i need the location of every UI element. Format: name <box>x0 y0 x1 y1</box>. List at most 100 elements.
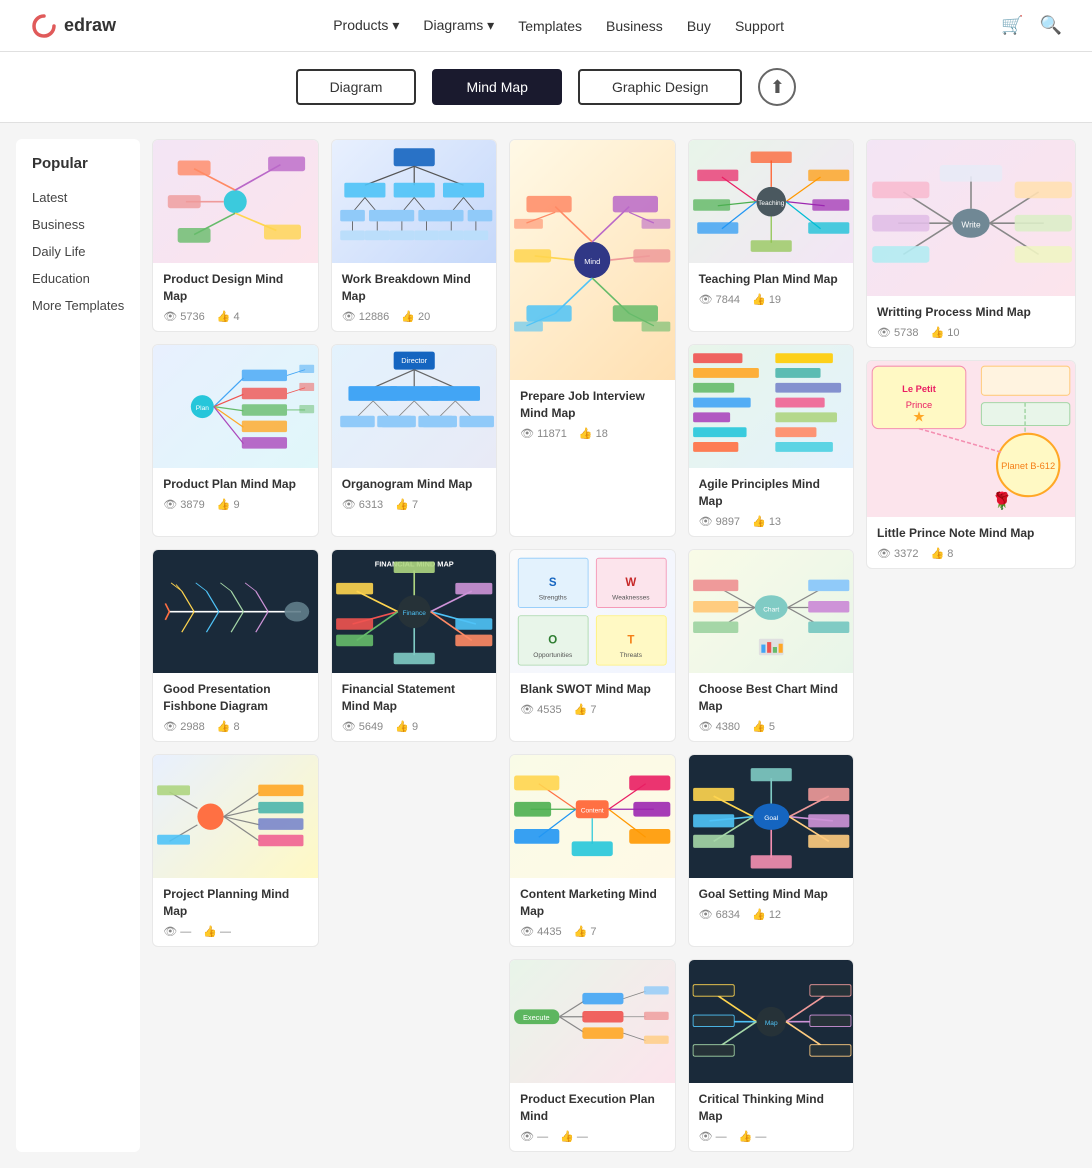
svg-text:Director: Director <box>401 356 427 365</box>
search-icon[interactable]: 🔍 <box>1040 15 1062 36</box>
svg-text:Opportunities: Opportunities <box>533 652 573 659</box>
sidebar-item-more-templates[interactable]: More Templates <box>32 292 124 319</box>
card-dark-mind-meta: 👁 — 👍 — <box>699 1130 843 1143</box>
logo[interactable]: edraw <box>30 12 116 40</box>
card-content-marketing[interactable]: Content Content <box>509 754 675 947</box>
card-product-design-body: Product Design Mind Map 👁 5736 👍 4 <box>153 263 317 331</box>
card-product-design[interactable]: Product Design Mind Map 👁 5736 👍 4 <box>152 139 318 332</box>
svg-text:Goal: Goal <box>764 815 778 822</box>
card-prepare-job-thumb: Mind <box>510 140 674 380</box>
card-writing-process-thumb: Write <box>867 140 1075 296</box>
card-swot-thumb: S Strengths W Weaknesses O Opportunities… <box>510 550 674 673</box>
svg-text:Threats: Threats <box>620 652 643 659</box>
view-count: 👁 5649 <box>342 720 384 733</box>
thumb-svg: Content <box>510 755 674 878</box>
card-teaching-plan-body: Teaching Plan Mind Map 👁 7844 👍 19 <box>689 263 853 314</box>
svg-text:Strengths: Strengths <box>539 594 568 601</box>
like-count: 👍 19 <box>752 293 781 306</box>
card-writing-process-meta: 👁 5738 👍 10 <box>877 326 1065 339</box>
thumb-svg: FINANCIAL MIND MAP Finance <box>332 550 496 673</box>
card-product-plan-title: Product Plan Mind Map <box>163 476 307 493</box>
card-goal-setting[interactable]: Goal <box>688 754 854 947</box>
card-content-marketing-body: Content Marketing Mind Map 👁 4435 👍 7 <box>510 878 674 946</box>
card-dark-mind-body: Critical Thinking Mind Map 👁 — 👍 — <box>689 1083 853 1151</box>
nav-support[interactable]: Support <box>735 18 784 34</box>
card-agile[interactable]: Agile Principles Mind Map 👁 9897 👍 13 <box>688 344 854 537</box>
card-swot[interactable]: S Strengths W Weaknesses O Opportunities… <box>509 549 675 742</box>
card-dark-mind-thumb: Map <box>689 960 853 1083</box>
card-swot-title: Blank SWOT Mind Map <box>520 681 664 698</box>
card-organogram-meta: 👁 6313 👍 7 <box>342 498 486 511</box>
like-count: 👍 13 <box>752 515 781 528</box>
card-swot-body: Blank SWOT Mind Map 👁 4535 👍 7 <box>510 673 674 724</box>
thumb-svg: Le Petit Prince ★ Planet B-612 🌹 <box>867 361 1075 517</box>
card-product-execution[interactable]: Execute Product Execution Plan Mind <box>509 959 675 1152</box>
svg-text:Le Petit: Le Petit <box>902 384 936 394</box>
card-fishbone[interactable]: Good Presentation Fishbone Diagram 👁 298… <box>152 549 318 742</box>
card-product-design-thumb <box>153 140 317 263</box>
card-financial[interactable]: FINANCIAL MIND MAP Finance <box>331 549 497 742</box>
thumb-svg: Map <box>689 960 853 1083</box>
card-product-plan-body: Product Plan Mind Map 👁 3879 👍 9 <box>153 468 317 519</box>
card-dark-mind[interactable]: Map Critical Thinking Mind Map <box>688 959 854 1152</box>
like-count: 👍 — <box>203 925 231 938</box>
sidebar-item-business[interactable]: Business <box>32 211 124 238</box>
cart-icon[interactable]: 🛒 <box>1001 15 1023 36</box>
card-work-breakdown[interactable]: Work Breakdown Mind Map 👁 12886 👍 20 <box>331 139 497 332</box>
card-fishbone-thumb <box>153 550 317 673</box>
tab-mind-map[interactable]: Mind Map <box>432 69 561 105</box>
nav-business[interactable]: Business <box>606 18 663 34</box>
card-work-breakdown-thumb <box>332 140 496 263</box>
sidebar-item-latest[interactable]: Latest <box>32 184 124 211</box>
header: edraw Products ▾ Diagrams ▾ Templates Bu… <box>0 0 1092 52</box>
view-count: 👁 — <box>520 1130 548 1143</box>
nav-products[interactable]: Products ▾ <box>333 17 399 34</box>
thumb-svg: Teaching <box>689 140 853 263</box>
sidebar-item-education[interactable]: Education <box>32 265 124 292</box>
tab-graphic-design[interactable]: Graphic Design <box>578 69 743 105</box>
card-product-execution-body: Product Execution Plan Mind 👁 — 👍 — <box>510 1083 674 1151</box>
sidebar-item-daily-life[interactable]: Daily Life <box>32 238 124 265</box>
card-little-prince-thumb: Le Petit Prince ★ Planet B-612 🌹 <box>867 361 1075 517</box>
card-project-planning[interactable]: Project Planning Mind Map 👁 — 👍 — <box>152 754 318 947</box>
card-product-plan[interactable]: Plan <box>152 344 318 537</box>
like-count: 👍 9 <box>395 720 418 733</box>
like-count: 👍 7 <box>574 925 597 938</box>
like-count: 👍 4 <box>217 310 240 323</box>
upload-button[interactable]: ⬆ <box>758 68 796 106</box>
card-prepare-job[interactable]: Mind <box>509 139 675 537</box>
main-nav: Products ▾ Diagrams ▾ Templates Business… <box>333 17 784 34</box>
nav-templates[interactable]: Templates <box>518 18 582 34</box>
card-product-execution-meta: 👁 — 👍 — <box>520 1130 664 1143</box>
tab-bar: Diagram Mind Map Graphic Design ⬆ <box>0 52 1092 123</box>
like-count: 👍 9 <box>217 498 240 511</box>
card-little-prince-body: Little Prince Note Mind Map 👁 3372 👍 8 <box>867 517 1075 568</box>
card-writing-process[interactable]: Write Writting <box>866 139 1076 348</box>
nav-buy[interactable]: Buy <box>687 18 711 34</box>
card-organogram[interactable]: Director <box>331 344 497 537</box>
svg-text:O: O <box>548 635 557 647</box>
card-fishbone-title: Good Presentation Fishbone Diagram <box>163 681 307 715</box>
logo-icon <box>30 12 58 40</box>
thumb-svg: S Strengths W Weaknesses O Opportunities… <box>510 550 674 673</box>
view-count: 👁 4535 <box>520 703 562 716</box>
card-little-prince[interactable]: Le Petit Prince ★ Planet B-612 🌹 <box>866 360 1076 569</box>
nav-diagrams[interactable]: Diagrams ▾ <box>423 17 494 34</box>
thumb-svg: Execute <box>510 960 674 1083</box>
card-financial-title: Financial Statement Mind Map <box>342 681 486 715</box>
card-writing-process-body: Writting Process Mind Map 👁 5738 👍 10 <box>867 296 1075 347</box>
tab-diagram[interactable]: Diagram <box>296 69 417 105</box>
card-teaching-plan[interactable]: Teaching <box>688 139 854 332</box>
fifth-column: Write Writting <box>866 139 1076 1152</box>
card-goal-setting-body: Goal Setting Mind Map 👁 6834 👍 12 <box>689 878 853 929</box>
card-organogram-title: Organogram Mind Map <box>342 476 486 493</box>
card-prepare-job-body: Prepare Job Interview Mind Map 👁 11871 👍… <box>510 380 674 448</box>
card-choose-best[interactable]: Chart <box>688 549 854 742</box>
card-prepare-job-title: Prepare Job Interview Mind Map <box>520 388 664 422</box>
card-product-execution-thumb: Execute <box>510 960 674 1083</box>
like-count: 👍 12 <box>752 908 781 921</box>
card-product-plan-meta: 👁 3879 👍 9 <box>163 498 307 511</box>
view-count: 👁 — <box>699 1130 727 1143</box>
card-goal-setting-thumb: Goal <box>689 755 853 878</box>
svg-text:🌹: 🌹 <box>992 490 1013 510</box>
